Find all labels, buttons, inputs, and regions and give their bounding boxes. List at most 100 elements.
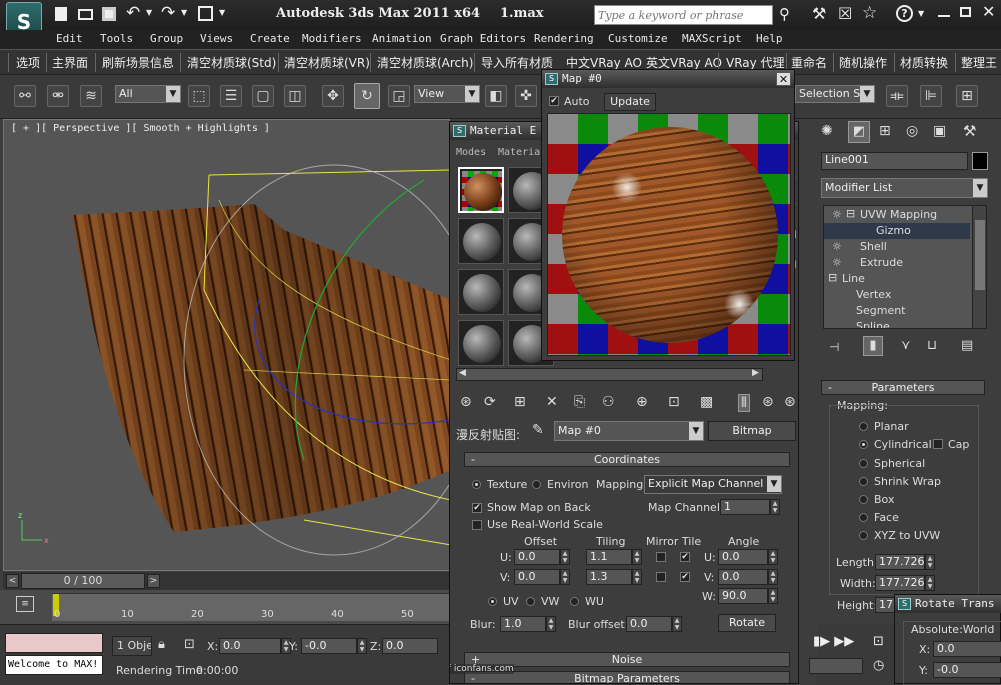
bind-space-warp-icon[interactable]: ≋ — [80, 85, 102, 107]
restore-button[interactable] — [960, 7, 971, 17]
project-dropdown-icon[interactable]: ▼ — [219, 8, 225, 17]
reset-map-icon[interactable]: ✕ — [546, 394, 558, 410]
menu-tools[interactable]: Tools — [100, 32, 133, 45]
get-material-icon[interactable]: ⊛ — [460, 394, 472, 410]
radio-texture[interactable] — [472, 480, 481, 489]
rect-selection-icon[interactable]: ▢ — [252, 85, 274, 107]
make-unique-icon[interactable]: ⋎ — [901, 338, 911, 353]
y-coordinate-field[interactable]: -0.0 — [301, 638, 357, 654]
layer-manager-icon[interactable]: ⊞ — [956, 85, 978, 107]
open-file-icon[interactable] — [78, 9, 93, 20]
next-frame-button[interactable]: > — [147, 574, 160, 588]
make-unique-material-icon[interactable]: ⚇ — [602, 394, 615, 410]
viewport-label[interactable]: [ + ][ Perspective ][ Smooth + Highlight… — [11, 123, 270, 134]
play-controls-icon[interactable]: ▮▶ ▶▶ — [813, 634, 854, 649]
map-window-close-button[interactable]: ✕ — [776, 72, 791, 86]
show-map-on-back-checkbox[interactable]: ✔ — [472, 503, 482, 513]
menu-create[interactable]: Create — [250, 32, 290, 45]
rotate-button[interactable]: Rotate — [718, 614, 776, 632]
display-tab-icon[interactable]: ▣ — [933, 123, 946, 139]
material-slot-13[interactable] — [458, 269, 504, 315]
object-name-field[interactable]: Line001 — [821, 152, 968, 170]
window-crossing-icon[interactable]: ◫ — [284, 85, 306, 107]
menu-rendering[interactable]: Rendering — [534, 32, 594, 45]
time-slider-thumb[interactable]: 0 / 100 — [21, 573, 145, 589]
stack-scrollbar[interactable] — [972, 206, 986, 328]
binoculars-icon[interactable]: ⚲ — [779, 5, 790, 23]
width-field[interactable]: 177.726 — [875, 575, 925, 591]
mapping-type-dropdown[interactable]: Explicit Map Channel ▼ — [644, 475, 782, 494]
u-mirror-checkbox[interactable] — [656, 552, 666, 562]
radio-environ[interactable] — [532, 480, 541, 489]
select-object-icon[interactable]: ⬚ — [188, 85, 210, 107]
track-bar-icon[interactable]: ≡ — [16, 596, 34, 612]
u-offset-field[interactable]: 0.0 — [514, 549, 560, 565]
z-coordinate-field[interactable]: 0.0 — [382, 638, 438, 654]
v-angle-spinner[interactable]: ▲ ▼ — [768, 569, 778, 585]
star-icon[interactable]: ☆ — [862, 3, 877, 23]
pin-stack-icon[interactable]: ⊣ — [829, 340, 839, 354]
radio-cylindrical[interactable] — [859, 440, 868, 449]
absolute-mode-icon[interactable]: ⊡ — [184, 637, 195, 652]
radio-uv[interactable] — [488, 597, 497, 606]
stack-item-uvw-mapping[interactable]: UVW Mapping — [860, 208, 937, 221]
u-angle-spinner[interactable]: ▲ ▼ — [768, 549, 778, 565]
new-file-icon[interactable] — [55, 7, 67, 21]
maxscript-listener-pink[interactable] — [5, 633, 103, 653]
menu-edit[interactable]: Edit — [56, 32, 83, 45]
menu-animation[interactable]: Animation — [372, 32, 432, 45]
modifier-stack[interactable]: ☼ ⊟ UVW Mapping Gizmo ☼ Shell ☼ Extrude … — [823, 205, 987, 329]
configure-sets-icon[interactable]: ▤ — [961, 338, 973, 353]
menu-modifiers[interactable]: Modifiers — [302, 32, 362, 45]
collapse-icon[interactable]: ⊟ — [828, 271, 837, 284]
put-to-scene-icon[interactable]: ⟳ — [484, 394, 496, 410]
radio-box[interactable] — [859, 495, 868, 504]
rotate-icon[interactable]: ↻ — [354, 83, 380, 109]
cn-button-main-ui[interactable]: 主界面 — [52, 54, 88, 71]
u-tiling-spinner[interactable]: ▲ ▼ — [632, 549, 642, 565]
close-button[interactable]: ✕ — [982, 2, 995, 21]
wrench-icon[interactable]: ⚒ — [812, 4, 826, 23]
v-offset-field[interactable]: 0.0 — [514, 569, 560, 585]
eyedropper-icon[interactable]: ✎ — [532, 422, 544, 438]
help-icon[interactable]: ? — [896, 5, 913, 22]
undo-dropdown-icon[interactable]: ▼ — [146, 8, 152, 17]
menu-material[interactable]: Materia — [498, 147, 540, 158]
utilities-tab-icon[interactable]: ⚒ — [963, 122, 976, 140]
auto-checkbox[interactable]: ✔ — [549, 96, 559, 106]
radio-xyz-to-uvw[interactable] — [859, 531, 868, 540]
menu-maxscript[interactable]: MAXScript — [682, 32, 742, 45]
select-manipulate-icon[interactable]: ✜ — [515, 85, 537, 107]
blur-field[interactable]: 1.0 — [500, 616, 546, 632]
mirror-icon[interactable]: ⟚ — [886, 85, 908, 107]
v-angle-field[interactable]: 0.0 — [718, 569, 768, 585]
selection-set-dropdown[interactable]: Selection Set ▼ — [795, 85, 875, 103]
assign-to-selection-icon[interactable]: ⊞ — [514, 394, 526, 410]
scroll-right-icon[interactable]: ▶ — [752, 368, 759, 378]
redo-icon[interactable]: ↷ — [161, 3, 175, 23]
menu-customize[interactable]: Customize — [608, 32, 668, 45]
v-mirror-checkbox[interactable] — [656, 572, 666, 582]
ref-coord-dropdown[interactable]: View ▼ — [414, 85, 480, 103]
show-map-viewport-icon[interactable]: ▩ — [700, 394, 713, 410]
map-name-dropdown[interactable]: Map #0 ▼ — [554, 421, 704, 441]
make-copy-icon[interactable]: ⎘ — [574, 394, 585, 410]
go-forward-sibling-icon[interactable]: ⊛ — [784, 394, 796, 410]
align-icon[interactable]: ⊫ — [920, 85, 942, 107]
minimize-button[interactable] — [938, 15, 950, 17]
w-angle-spinner[interactable]: ▲ ▼ — [768, 588, 778, 604]
selection-filter-dropdown[interactable]: All ▼ — [115, 85, 181, 103]
save-file-icon[interactable] — [102, 7, 116, 21]
slots-hscroll[interactable]: ◀ ▶ — [456, 368, 763, 381]
hierarchy-tab-icon[interactable]: ⊞ — [879, 123, 891, 139]
select-by-name-icon[interactable]: ☰ — [220, 85, 242, 107]
y-spinner[interactable]: ▲ ▼ — [357, 638, 367, 654]
help-dropdown-icon[interactable]: ▼ — [918, 9, 924, 18]
blur-spinner[interactable]: ▲ ▼ — [546, 616, 556, 632]
cap-checkbox[interactable] — [933, 439, 943, 449]
search-input[interactable] — [594, 5, 773, 25]
width-spinner[interactable]: ▲ ▼ — [925, 575, 935, 591]
rotate-x-field[interactable]: 0.0 — [933, 641, 1001, 657]
cn-button-organize[interactable]: 整理王 — [961, 54, 997, 71]
menu-views[interactable]: Views — [200, 32, 233, 45]
